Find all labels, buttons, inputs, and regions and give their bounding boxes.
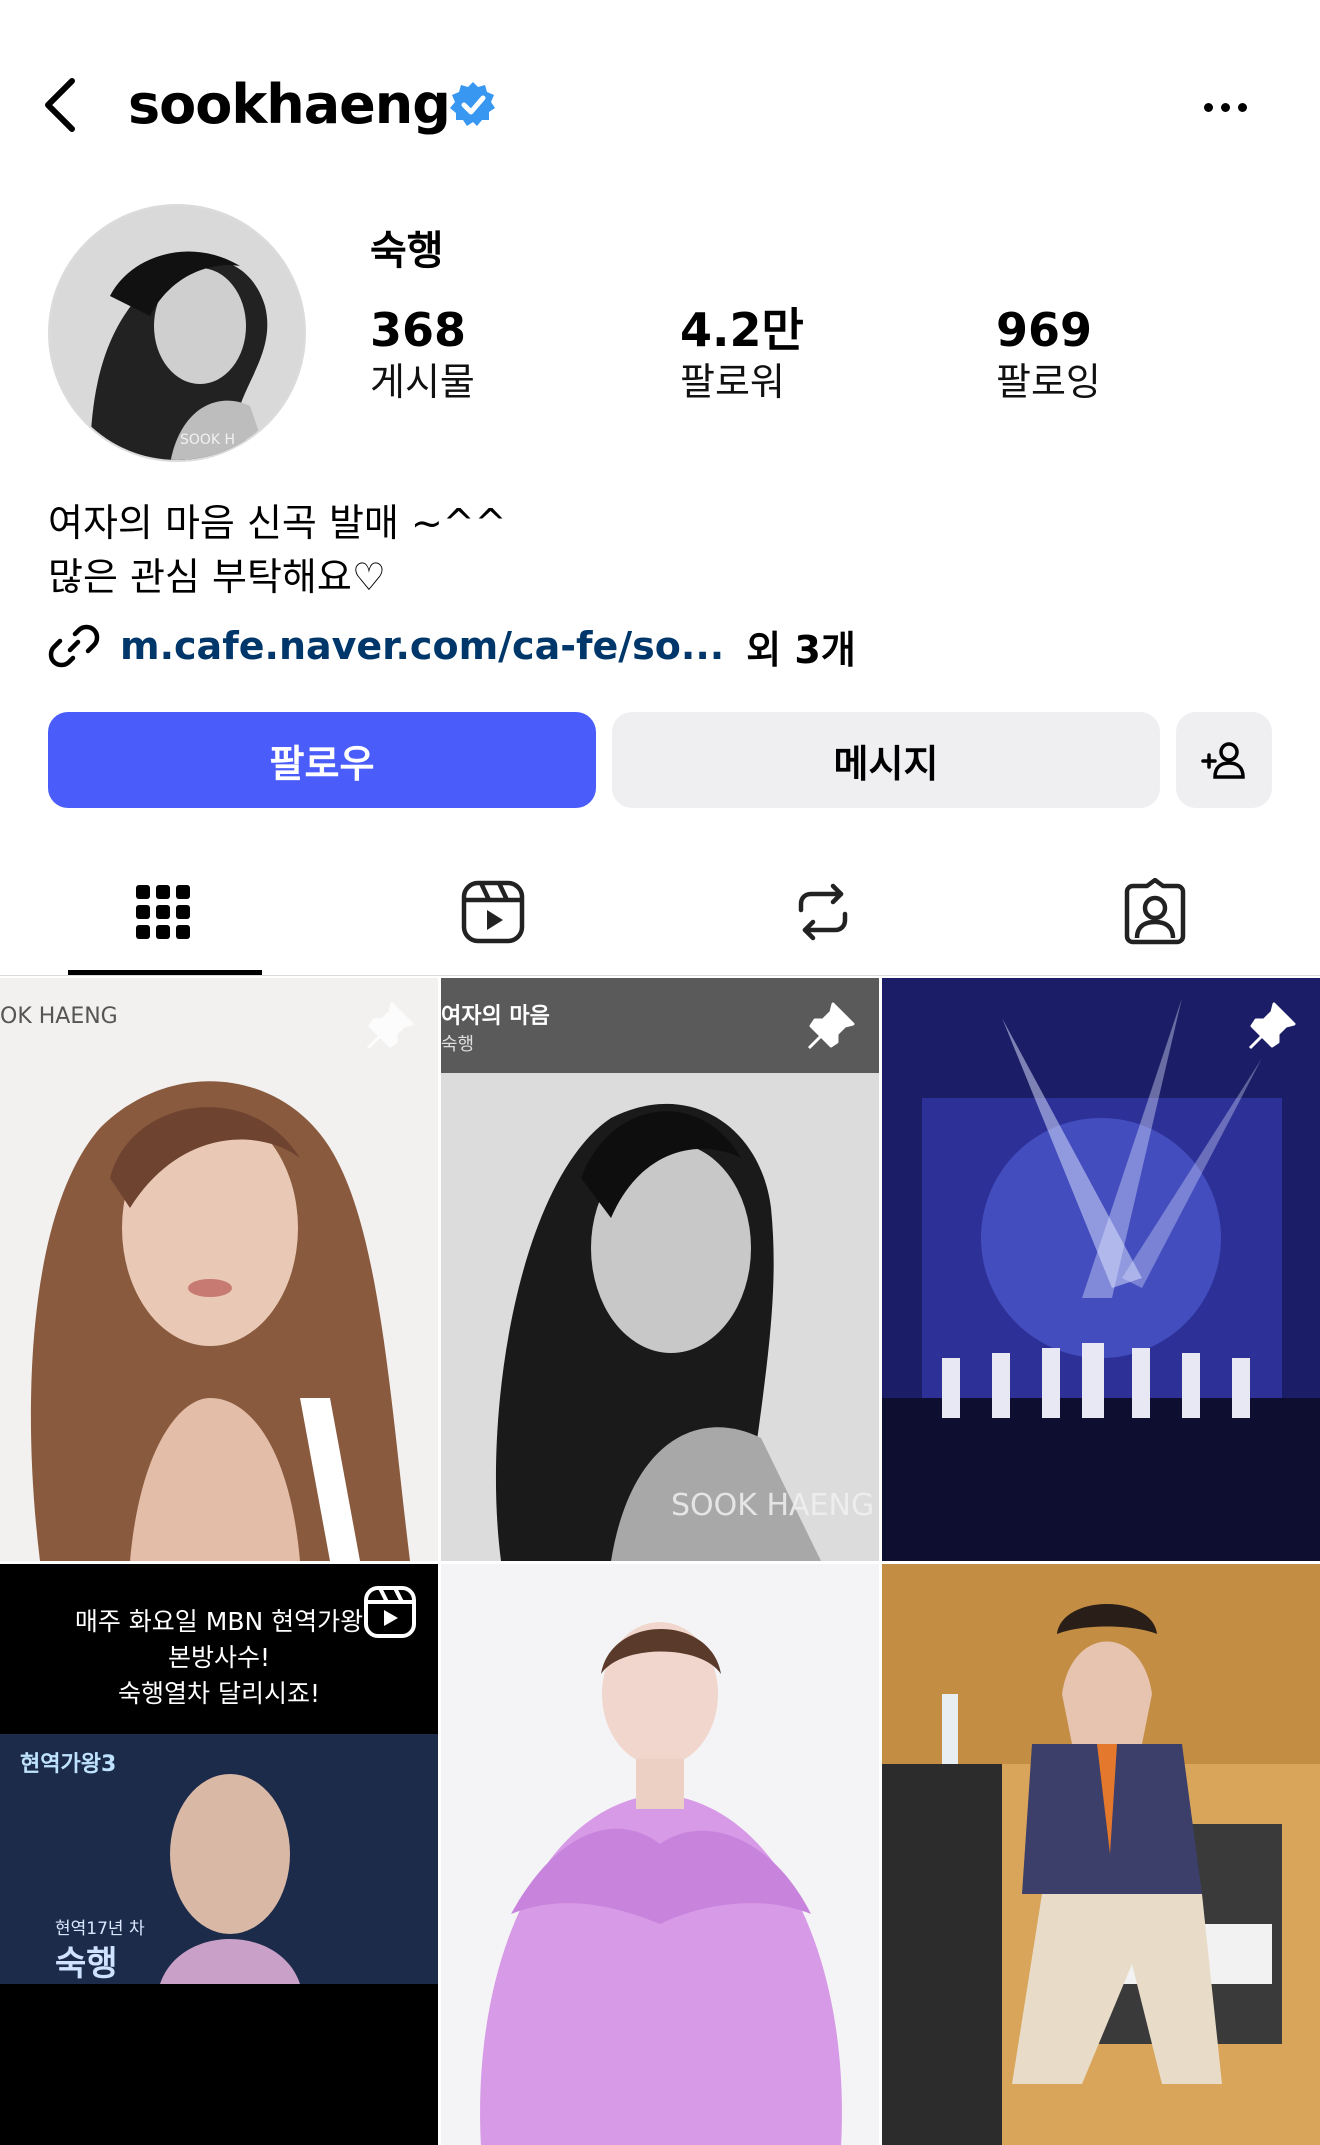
- stat-followers-label: 팔로워: [680, 360, 785, 404]
- stat-following-label: 팔로잉: [996, 360, 1101, 404]
- back-button[interactable]: [30, 70, 90, 140]
- reels-icon: [364, 1586, 416, 1638]
- more-horizontal-icon: [1203, 102, 1213, 112]
- link-more[interactable]: 외 3개: [746, 619, 856, 674]
- link-url[interactable]: m.cafe.naver.com/ca-fe/so...: [120, 624, 724, 668]
- follow-button[interactable]: 팔로우: [48, 712, 596, 808]
- tab-reposts[interactable]: [728, 848, 918, 976]
- bio-link[interactable]: m.cafe.naver.com/ca-fe/so... 외 3개: [48, 616, 856, 676]
- tab-posts[interactable]: [68, 848, 258, 976]
- profile-tabs: [0, 848, 1320, 976]
- message-button[interactable]: 메시지: [612, 712, 1160, 808]
- stat-followers[interactable]: 4.2만 팔로워: [680, 302, 804, 406]
- stat-posts[interactable]: 368 게시물: [370, 302, 475, 406]
- post-thumbnail[interactable]: [882, 1564, 1320, 2145]
- post-thumbnail[interactable]: [882, 978, 1320, 1561]
- add-person-icon: [1201, 742, 1245, 779]
- stat-posts-value: 368: [370, 303, 467, 357]
- more-options-button[interactable]: [1190, 82, 1260, 132]
- tab-reels[interactable]: [398, 848, 588, 976]
- post-overlay-subtitle: 숙행: [441, 1034, 475, 1055]
- post-grid: OK HAENG 여자의 마음 숙행 SOOK HAENG 매주 화요일 MBN…: [0, 978, 1320, 2145]
- chevron-left-icon: [45, 78, 75, 132]
- tagged-icon: [1124, 878, 1186, 945]
- bio-line: 여자의 마음 신곡 발매 ~^^: [48, 501, 507, 545]
- profile-header: sookhaeng: [0, 0, 1320, 200]
- post-thumbnail[interactable]: 여자의 마음 숙행 SOOK HAENG: [441, 978, 879, 1561]
- suggest-accounts-button[interactable]: [1176, 712, 1272, 808]
- profile-username: sookhaeng: [128, 73, 451, 136]
- reposts-icon: [798, 883, 848, 941]
- verified-badge-icon: [450, 82, 495, 126]
- pin-icon: [366, 1002, 414, 1050]
- reel-badge-top: 현역가왕3: [20, 1752, 117, 1777]
- post-thumbnail-reel[interactable]: 매주 화요일 MBN 현역가왕 본방사수! 숙행열차 달리시죠! 현역가왕3 현…: [0, 1564, 438, 2145]
- pin-icon: [807, 1002, 855, 1050]
- active-tab-indicator: [68, 970, 262, 975]
- display-name: 숙행: [370, 228, 444, 274]
- profile-avatar[interactable]: SOOK H: [48, 204, 306, 462]
- tab-tagged[interactable]: [1060, 848, 1250, 976]
- grid-icon: [136, 885, 190, 939]
- post-overlay-title: 여자의 마음: [441, 1004, 550, 1029]
- stat-following-value: 969: [996, 303, 1093, 357]
- bio-line: 많은 관심 부탁해요♡: [48, 555, 386, 599]
- stat-followers-value: 4.2만: [680, 303, 804, 357]
- reels-icon: [461, 880, 525, 944]
- post-overlay-text: OK HAENG: [0, 1004, 118, 1029]
- stat-following[interactable]: 969 팔로잉: [996, 302, 1101, 406]
- link-icon: [48, 624, 100, 668]
- avatar-watermark: SOOK H: [180, 432, 235, 448]
- reel-badge-name: 숙행: [55, 1944, 118, 1984]
- reel-caption-line: 숙행열차 달리시죠!: [118, 1679, 320, 1708]
- post-thumbnail[interactable]: OK HAENG: [0, 978, 438, 1561]
- post-thumbnail[interactable]: [441, 1564, 879, 2145]
- pin-icon: [1248, 1002, 1296, 1050]
- reel-caption-line: 본방사수!: [167, 1643, 271, 1672]
- profile-bio: 여자의 마음 신곡 발매 ~^^ 많은 관심 부탁해요♡: [48, 496, 506, 604]
- stat-posts-label: 게시물: [370, 360, 475, 404]
- post-watermark: SOOK HAENG: [671, 1488, 875, 1523]
